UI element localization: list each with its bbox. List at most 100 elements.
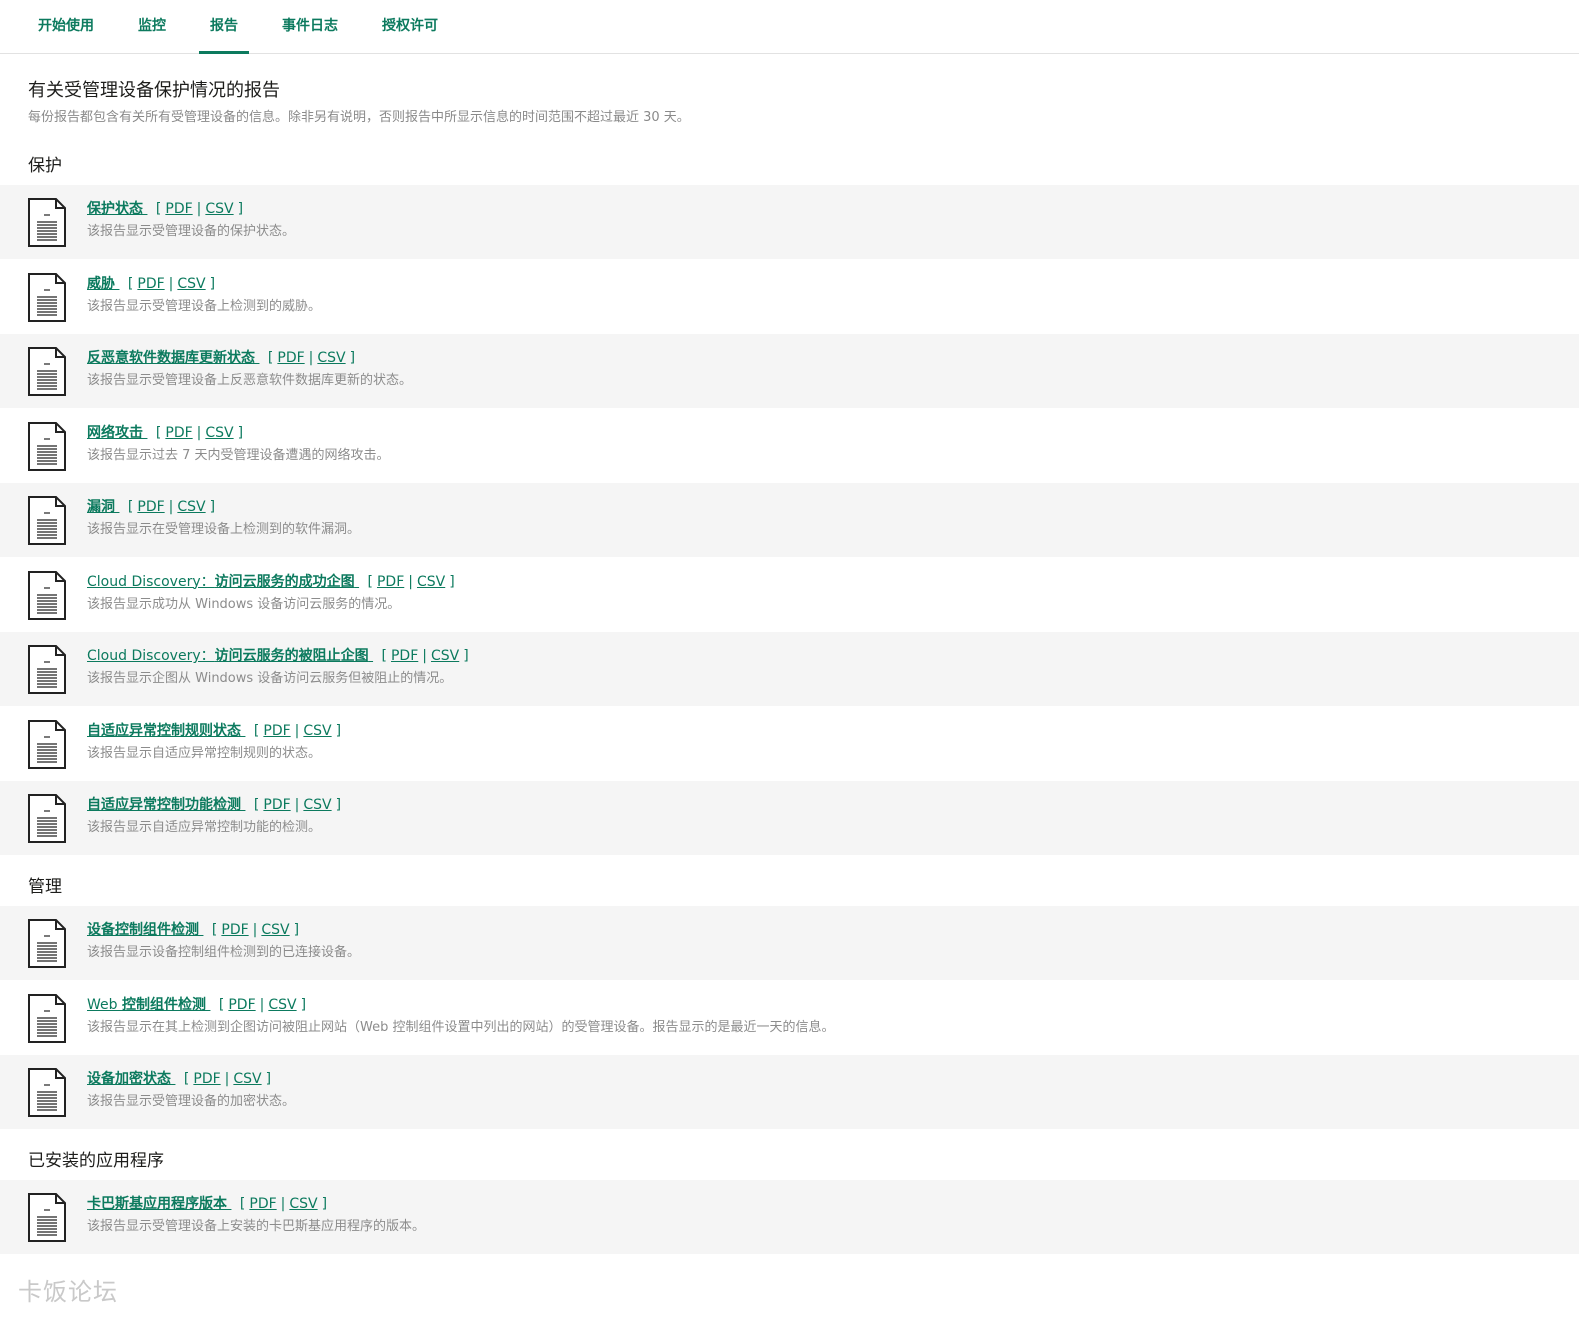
- report-description: 该报告显示受管理设备的保护状态。: [87, 224, 296, 239]
- pdf-link[interactable]: PDF: [137, 276, 164, 292]
- bracket-open: [: [253, 722, 260, 739]
- pdf-link[interactable]: PDF: [377, 574, 404, 590]
- report-description: 该报告显示在其上检测到企图访问被阻止网站（Web 控制组件设置中列出的网站）的受…: [87, 1019, 835, 1035]
- pdf-link[interactable]: PDF: [165, 425, 192, 441]
- csv-link[interactable]: CSV: [177, 499, 205, 515]
- report-link[interactable]: 自适应异常控制规则状态: [87, 723, 245, 739]
- bracket-open: [: [127, 275, 134, 292]
- csv-link[interactable]: CSV: [317, 350, 345, 366]
- bracket-close: ]: [321, 1196, 328, 1212]
- report-link[interactable]: 漏洞: [87, 499, 119, 515]
- document-icon: [28, 719, 66, 769]
- report-description: 该报告显示受管理设备上反恶意软件数据库更新的状态。: [87, 373, 413, 388]
- report-title: 卡巴斯基应用程序版本: [87, 1196, 227, 1212]
- tab-getting-started[interactable]: 开始使用: [27, 0, 105, 53]
- separator: |: [224, 1071, 230, 1087]
- csv-link[interactable]: CSV: [431, 648, 459, 664]
- report-link[interactable]: 保护状态: [87, 201, 147, 217]
- report-row: Cloud Discovery：访问云服务的被阻止企图 [PDF | CSV] 该报…: [0, 632, 1579, 706]
- separator: |: [294, 722, 300, 739]
- separator: |: [259, 996, 265, 1013]
- bracket-close: ]: [335, 797, 342, 813]
- separator: |: [308, 350, 314, 366]
- report-description: 该报告显示成功从 Windows 设备访问云服务的情况。: [87, 596, 401, 612]
- csv-link[interactable]: CSV: [261, 922, 289, 938]
- tab-monitoring[interactable]: 监控: [127, 0, 177, 53]
- bracket-close: ]: [449, 573, 455, 590]
- report-link[interactable]: 卡巴斯基应用程序版本: [87, 1196, 231, 1212]
- csv-link[interactable]: CSV: [177, 276, 205, 292]
- csv-link[interactable]: CSV: [417, 574, 445, 590]
- report-row: 自适应异常控制功能检测 [PDF | CSV] 该报告显示自适应异常控制功能的检测。: [0, 781, 1579, 855]
- bracket-close: ]: [237, 424, 244, 441]
- report-link[interactable]: 设备控制组件检测: [87, 922, 203, 938]
- separator: |: [408, 573, 413, 590]
- separator: |: [294, 797, 300, 813]
- tab-reports[interactable]: 报告: [199, 0, 249, 54]
- bracket-open: [: [218, 996, 225, 1013]
- csv-link[interactable]: CSV: [205, 425, 233, 441]
- bracket-close: ]: [463, 648, 469, 664]
- csv-link[interactable]: CSV: [268, 997, 296, 1013]
- separator: |: [280, 1196, 286, 1212]
- section-heading: 管理: [28, 877, 62, 897]
- report-title: 访问云服务的成功企图: [214, 573, 355, 590]
- report-description: 该报告显示受管理设备上检测到的威胁。: [87, 298, 322, 314]
- report-title-line: Web 控制组件检测 [PDF | CSV]: [87, 994, 310, 1014]
- bracket-open: [: [253, 797, 260, 813]
- report-link[interactable]: Cloud Discovery：访问云服务的成功企图: [87, 574, 359, 590]
- report-description: 该报告显示受管理设备上安装的卡巴斯基应用程序的版本。: [87, 1219, 426, 1234]
- report-title-prefix: Web: [87, 996, 122, 1013]
- bracket-open: [: [239, 1196, 246, 1212]
- pdf-link[interactable]: PDF: [277, 350, 304, 366]
- pdf-link[interactable]: PDF: [263, 797, 290, 813]
- report-description: 该报告显示自适应异常控制功能的检测。: [87, 820, 322, 835]
- separator: |: [196, 201, 202, 217]
- document-icon: [28, 1068, 66, 1117]
- pdf-link[interactable]: PDF: [249, 1196, 276, 1212]
- pdf-link[interactable]: PDF: [165, 201, 192, 217]
- report-link[interactable]: 网络攻击: [87, 425, 147, 441]
- pdf-link[interactable]: PDF: [263, 723, 290, 739]
- tab-licensing[interactable]: 授权许可: [371, 0, 449, 53]
- section-heading: 保护: [28, 156, 62, 176]
- bracket-open: [: [127, 499, 134, 515]
- pdf-link[interactable]: PDF: [391, 648, 418, 664]
- bracket-close: ]: [300, 996, 307, 1013]
- report-link[interactable]: Web 控制组件检测: [87, 997, 210, 1013]
- separator: |: [168, 275, 174, 292]
- report-row: 卡巴斯基应用程序版本 [PDF | CSV] 该报告显示受管理设备上安装的卡巴斯基应…: [0, 1180, 1579, 1254]
- bracket-open: [: [155, 424, 162, 441]
- pdf-link[interactable]: PDF: [228, 997, 255, 1013]
- report-row: Web 控制组件检测 [PDF | CSV] 该报告显示在其上检测到企图访问被阻止网…: [0, 981, 1579, 1055]
- report-link[interactable]: 设备加密状态: [87, 1071, 175, 1087]
- report-row: 设备控制组件检测 [PDF | CSV] 该报告显示设备控制组件检测到的已连接设备。: [0, 906, 1579, 980]
- report-title: 保护状态: [87, 201, 143, 217]
- report-title: 威胁: [87, 275, 115, 292]
- bracket-close: ]: [265, 1071, 272, 1087]
- csv-link[interactable]: CSV: [289, 1196, 317, 1212]
- report-title-line: 自适应异常控制规则状态 [PDF | CSV]: [87, 720, 345, 740]
- csv-link[interactable]: CSV: [205, 201, 233, 217]
- report-link[interactable]: Cloud Discovery：访问云服务的被阻止企图: [87, 648, 373, 664]
- report-title-line: 威胁 [PDF | CSV]: [87, 273, 219, 293]
- pdf-link[interactable]: PDF: [137, 499, 164, 515]
- document-icon: [28, 1193, 66, 1242]
- report-link[interactable]: 反恶意软件数据库更新状态: [87, 350, 259, 366]
- document-icon: [28, 919, 66, 968]
- csv-link[interactable]: CSV: [303, 797, 331, 813]
- pdf-link[interactable]: PDF: [221, 922, 248, 938]
- report-row: 威胁 [PDF | CSV] 该报告显示受管理设备上检测到的威胁。: [0, 260, 1579, 334]
- bracket-close: ]: [293, 922, 300, 938]
- report-link[interactable]: 自适应异常控制功能检测: [87, 797, 245, 813]
- pdf-link[interactable]: PDF: [193, 1071, 220, 1087]
- report-link[interactable]: 威胁: [87, 276, 119, 292]
- report-title-line: 卡巴斯基应用程序版本 [PDF | CSV]: [87, 1193, 331, 1213]
- report-description: 该报告显示过去 7 天内受管理设备遭遇的网络攻击。: [87, 447, 390, 463]
- csv-link[interactable]: CSV: [233, 1071, 261, 1087]
- report-title-prefix: Cloud Discovery：: [87, 648, 215, 664]
- report-title: 反恶意软件数据库更新状态: [87, 350, 255, 366]
- tab-event-log[interactable]: 事件日志: [271, 0, 349, 53]
- csv-link[interactable]: CSV: [303, 723, 331, 739]
- report-row: 自适应异常控制规则状态 [PDF | CSV] 该报告显示自适应异常控制规则的状态。: [0, 707, 1579, 781]
